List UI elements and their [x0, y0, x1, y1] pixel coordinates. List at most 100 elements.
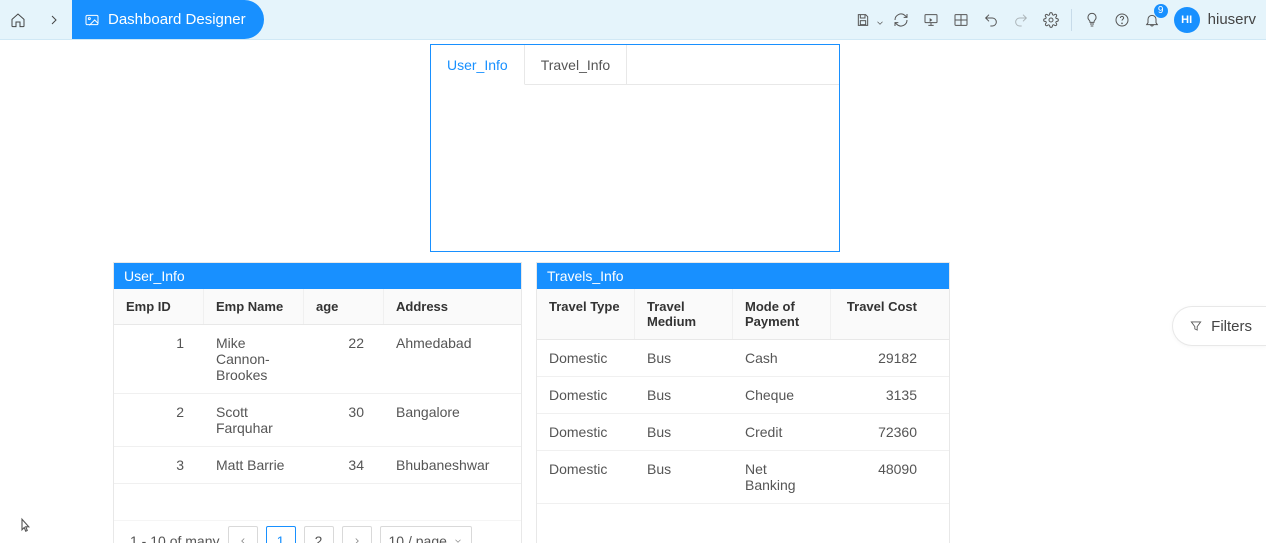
table-row[interactable]: 1 Mike Cannon-Brookes 22 Ahmedabad	[114, 325, 521, 394]
cell: 2	[114, 394, 204, 446]
breadcrumb-title: Dashboard Designer	[108, 11, 246, 28]
redo-button[interactable]	[1007, 6, 1035, 34]
cell: Cash	[733, 340, 831, 376]
col-travel-cost[interactable]: Travel Cost	[831, 289, 929, 339]
topbar: Dashboard Designer 9 HI hiuserv	[0, 0, 1266, 40]
tab-user-info[interactable]: User_Info	[431, 45, 525, 85]
cell: Ahmedabad	[384, 325, 504, 393]
cell: 72360	[831, 414, 929, 450]
cell: 30	[304, 394, 384, 446]
settings-button[interactable]	[1037, 6, 1065, 34]
chevron-left-icon	[238, 536, 248, 543]
present-button[interactable]	[917, 6, 945, 34]
breadcrumb-chevron[interactable]	[36, 0, 72, 39]
cell: Bus	[635, 377, 733, 413]
col-emp-id[interactable]: Emp ID	[114, 289, 204, 324]
separator	[1071, 9, 1072, 31]
pointer-tool[interactable]	[0, 506, 50, 543]
hint-button[interactable]	[1078, 6, 1106, 34]
chevron-right-icon	[46, 12, 62, 28]
table-header-row: Travel Type Travel Medium Mode of Paymen…	[537, 289, 949, 340]
cell: 29182	[831, 340, 929, 376]
col-travel-medium[interactable]: Travel Medium	[635, 289, 733, 339]
avatar-initials: HI	[1181, 14, 1192, 26]
filters-label: Filters	[1211, 318, 1252, 335]
cell: Bus	[635, 340, 733, 376]
table-row[interactable]: Domestic Bus Net Banking 48090	[537, 451, 949, 504]
placeholder-tabs: User_Info Travel_Info	[431, 45, 839, 85]
undo-icon	[983, 12, 999, 28]
cell: Domestic	[537, 340, 635, 376]
table-row[interactable]: Domestic Bus Cheque 3135	[537, 377, 949, 414]
page-2[interactable]: 2	[304, 526, 334, 543]
page-1[interactable]: 1	[266, 526, 296, 543]
tab-travel-info[interactable]: Travel_Info	[525, 45, 628, 85]
cell: 3	[114, 447, 204, 483]
page-summary: 1 - 10 of many	[130, 533, 220, 543]
tool-rail	[0, 506, 50, 543]
cell: 22	[304, 325, 384, 393]
breadcrumb-pill[interactable]: Dashboard Designer	[72, 0, 264, 39]
cell: Domestic	[537, 377, 635, 413]
widget-user-info[interactable]: User_Info Emp ID Emp Name age Address 1 …	[113, 262, 522, 543]
tabs-rest	[627, 45, 839, 85]
chevron-right-icon	[352, 536, 362, 543]
filter-icon	[1189, 319, 1203, 333]
placeholder-widget[interactable]: User_Info Travel_Info	[430, 44, 840, 252]
chevron-down-icon	[453, 536, 463, 543]
topbar-right: 9 HI hiuserv	[849, 0, 1266, 39]
cell: 48090	[831, 451, 929, 503]
save-icon	[855, 12, 871, 28]
cell: Bus	[635, 414, 733, 450]
image-icon	[84, 12, 100, 28]
cell: Matt Barrie	[204, 447, 304, 483]
tab-label: User_Info	[447, 57, 508, 73]
col-address[interactable]: Address	[384, 289, 504, 324]
page-prev[interactable]	[228, 526, 258, 543]
table-rows[interactable]: 1 Mike Cannon-Brookes 22 Ahmedabad 2 Sco…	[114, 325, 521, 543]
redo-icon	[1013, 12, 1029, 28]
tab-label: Travel_Info	[541, 57, 611, 73]
help-button[interactable]	[1108, 6, 1136, 34]
presentation-icon	[923, 12, 939, 28]
filters-button[interactable]: Filters	[1172, 306, 1266, 346]
gear-icon	[1043, 12, 1059, 28]
help-icon	[1114, 12, 1130, 28]
table-row[interactable]: 2 Scott Farquhar 30 Bangalore	[114, 394, 521, 447]
refresh-button[interactable]	[887, 6, 915, 34]
page-size-select[interactable]: 10 / page	[380, 526, 472, 543]
cell: Bhubaneshwar	[384, 447, 504, 483]
widget-travels-info[interactable]: Travels_Info Travel Type Travel Medium M…	[536, 262, 950, 543]
cell: Scott Farquhar	[204, 394, 304, 446]
cell: 3135	[831, 377, 929, 413]
home-button[interactable]	[0, 0, 36, 39]
table-rows[interactable]: Domestic Bus Cash 29182 Domestic Bus Che…	[537, 340, 949, 543]
cell: Domestic	[537, 414, 635, 450]
topbar-left: Dashboard Designer	[0, 0, 264, 39]
pointer-icon	[16, 517, 34, 535]
refresh-icon	[893, 12, 909, 28]
table-row[interactable]: Domestic Bus Cash 29182	[537, 340, 949, 377]
layout-button[interactable]	[947, 6, 975, 34]
username-label: hiuserv	[1208, 11, 1256, 28]
home-icon	[10, 12, 26, 28]
cell: Bus	[635, 451, 733, 503]
col-mode-payment[interactable]: Mode of Payment	[733, 289, 831, 339]
col-emp-name[interactable]: Emp Name	[204, 289, 304, 324]
page-next[interactable]	[342, 526, 372, 543]
table-row[interactable]: 3 Matt Barrie 34 Bhubaneshwar	[114, 447, 521, 484]
notification-button[interactable]: 9	[1138, 6, 1166, 34]
cell: Domestic	[537, 451, 635, 503]
widget-title: User_Info	[124, 268, 185, 284]
cell: Net Banking	[733, 451, 831, 503]
page-size-label: 10 / page	[389, 533, 447, 543]
avatar[interactable]: HI	[1174, 7, 1200, 33]
col-travel-type[interactable]: Travel Type	[537, 289, 635, 339]
page-num: 2	[315, 533, 323, 543]
col-age[interactable]: age	[304, 289, 384, 324]
lightbulb-icon	[1084, 12, 1100, 28]
save-button[interactable]	[849, 6, 877, 34]
widget-title: Travels_Info	[547, 268, 624, 284]
table-row[interactable]: Domestic Bus Credit 72360	[537, 414, 949, 451]
undo-button[interactable]	[977, 6, 1005, 34]
